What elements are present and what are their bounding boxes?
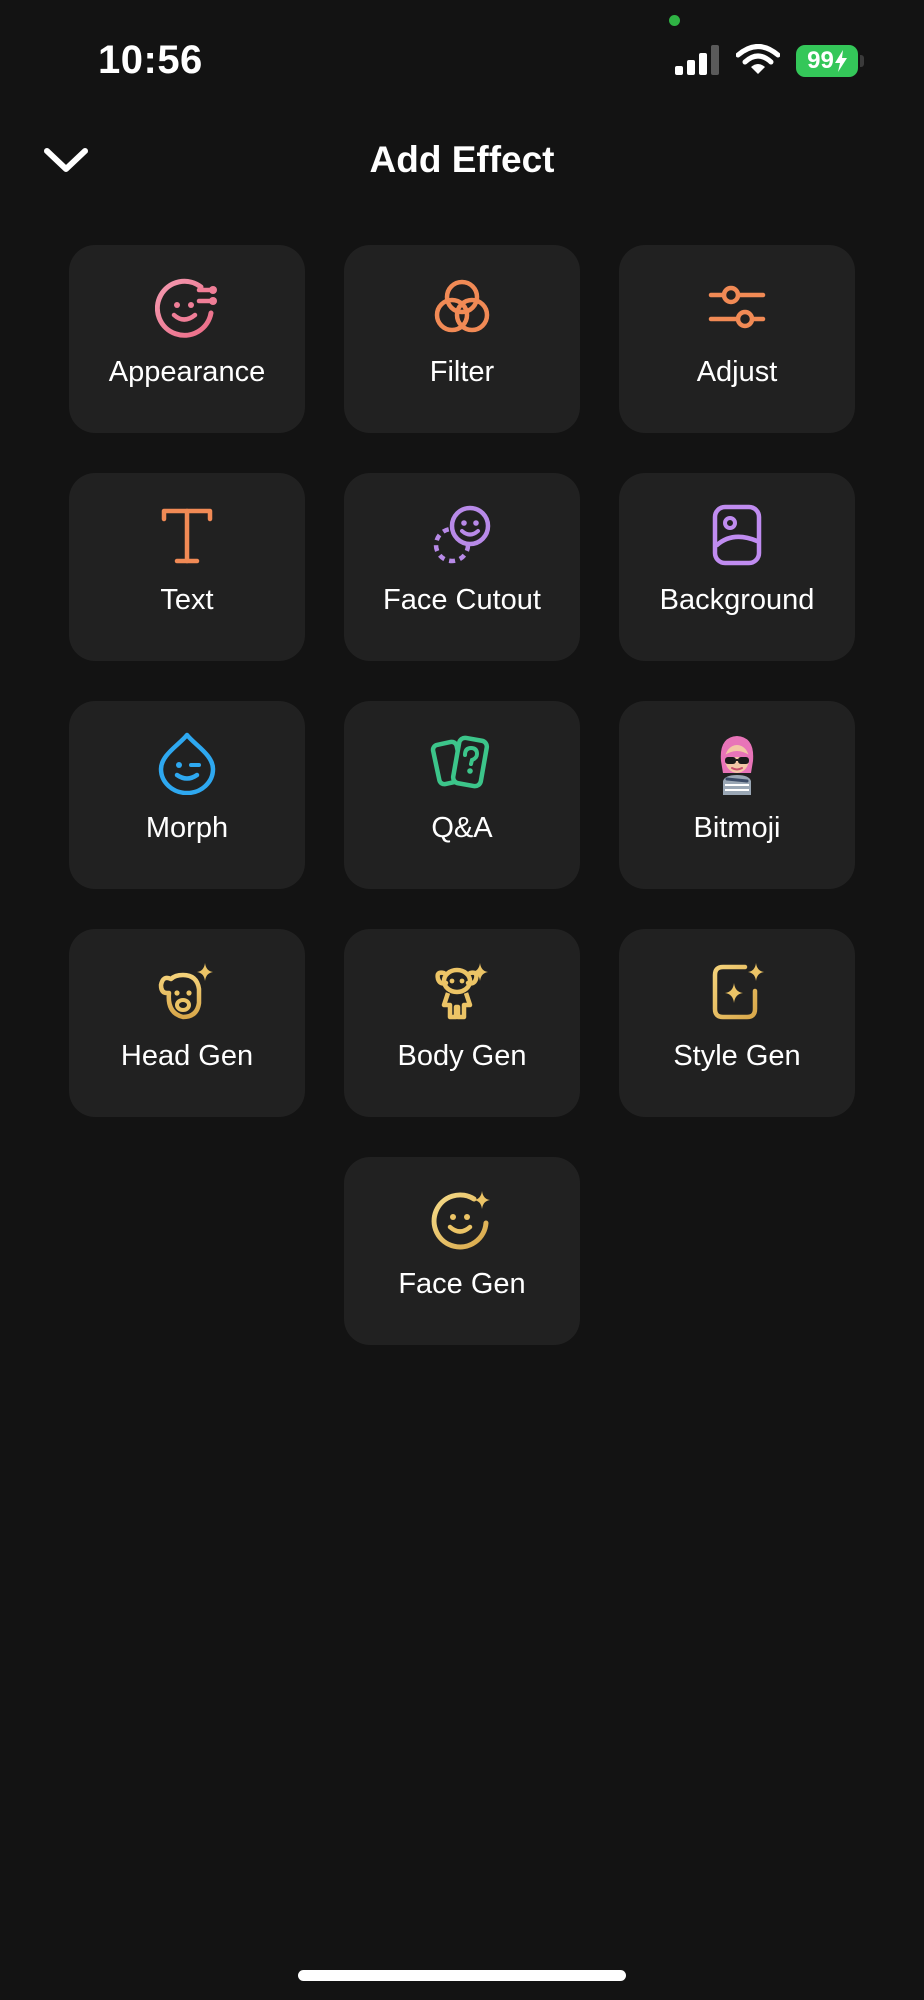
page-title: Add Effect [369, 139, 555, 180]
text-t-icon [161, 508, 213, 564]
effect-tile-body-gen[interactable]: Body Gen [344, 929, 580, 1117]
home-indicator[interactable] [298, 1970, 626, 1981]
effect-label: Morph [145, 812, 229, 844]
effect-tile-qa[interactable]: Q&A [344, 701, 580, 889]
effect-label: Text [160, 584, 214, 616]
effect-label: Appearance [108, 356, 266, 388]
wifi-icon [736, 44, 780, 74]
face-gen-sparkle-icon [431, 1191, 490, 1250]
effect-label: Style Gen [673, 1040, 801, 1072]
effect-label: Face Cutout [383, 584, 541, 616]
sliders-icon [708, 285, 766, 329]
effect-tile-filter[interactable]: Filter [344, 245, 580, 433]
camera-indicator-dot [669, 15, 680, 26]
effect-tile-text[interactable]: Text [69, 473, 305, 661]
effect-label: Adjust [696, 356, 778, 388]
battery-indicator: 99 [796, 45, 858, 77]
charging-bolt-icon [834, 50, 847, 72]
qa-cards-icon [430, 735, 490, 789]
effect-tile-bitmoji[interactable]: Bitmoji [619, 701, 855, 889]
body-gen-sparkle-icon [435, 963, 488, 1020]
effect-label: Body Gen [397, 1040, 527, 1072]
effect-label: Bitmoji [693, 812, 781, 844]
effect-tile-style-gen[interactable]: Style Gen [619, 929, 855, 1117]
filter-circles-icon [434, 279, 490, 333]
status-bar: 10:56 99 [0, 0, 924, 110]
effect-label: Q&A [431, 812, 493, 844]
effect-tile-appearance[interactable]: Appearance [69, 245, 305, 433]
battery-level: 99 [807, 47, 834, 74]
bitmoji-avatar-icon [720, 736, 754, 795]
effect-tile-face-gen[interactable]: Face Gen [344, 1157, 580, 1345]
effect-tile-head-gen[interactable]: Head Gen [69, 929, 305, 1117]
status-time: 10:56 [98, 38, 203, 82]
battery-cap [860, 55, 864, 67]
effect-label: Background [659, 584, 815, 616]
effect-label: Head Gen [120, 1040, 254, 1072]
effect-tile-adjust[interactable]: Adjust [619, 245, 855, 433]
face-cutout-icon [433, 505, 491, 564]
effect-label: Filter [429, 356, 495, 388]
face-appearance-icon [155, 278, 217, 338]
head-gen-sparkle-icon [158, 963, 213, 1020]
cellular-signal-icon [675, 45, 719, 75]
effect-label: Face Gen [398, 1268, 526, 1300]
style-gen-sparkle-icon [712, 963, 764, 1020]
effect-tile-background[interactable]: Background [619, 473, 855, 661]
effect-tile-morph[interactable]: Morph [69, 701, 305, 889]
effect-tile-face-cutout[interactable]: Face Cutout [344, 473, 580, 661]
background-image-icon [712, 504, 762, 566]
header: Add Effect [0, 120, 924, 200]
effects-grid: Appearance Filter Adjust Text Face Cutou… [69, 245, 855, 1345]
morph-drop-face-icon [158, 732, 216, 795]
